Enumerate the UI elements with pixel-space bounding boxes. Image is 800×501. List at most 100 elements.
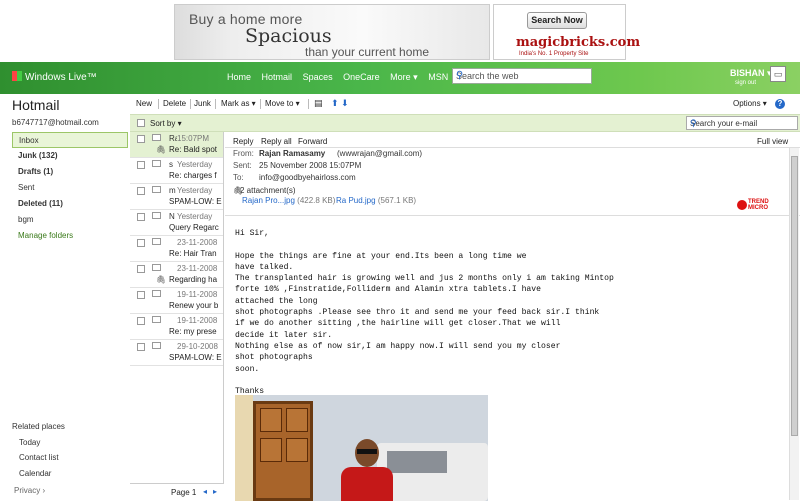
- sign-out-link[interactable]: sign out: [735, 80, 756, 86]
- sender-name[interactable]: Rajan Ramasamy: [259, 149, 325, 158]
- message-checkbox[interactable]: [137, 291, 145, 299]
- nav-onecare[interactable]: OneCare: [343, 72, 380, 82]
- trend-micro-logo: TREND MICRO: [737, 198, 769, 212]
- nav-home[interactable]: Home: [227, 72, 251, 82]
- sent-date: 25 November 2008 15:07PM: [259, 161, 362, 170]
- message-checkbox[interactable]: [137, 343, 145, 351]
- message-row[interactable]: 🖇 23-11-2008 Regarding ha: [130, 262, 223, 288]
- message-subject: Renew your b: [169, 301, 219, 310]
- privacy-link[interactable]: Privacy ›: [14, 486, 45, 495]
- reply-all-button[interactable]: Reply all: [261, 137, 292, 146]
- user-name-menu[interactable]: BISHAN ▾: [730, 68, 772, 79]
- mark-as-menu[interactable]: Mark as ▾: [221, 99, 256, 108]
- new-button[interactable]: New: [136, 99, 152, 108]
- attached-photo[interactable]: [235, 395, 488, 501]
- message-checkbox[interactable]: [137, 161, 145, 169]
- message-date: 19-11-2008: [177, 290, 218, 299]
- message-checkbox[interactable]: [137, 265, 145, 273]
- mail-search-input[interactable]: Search your e-mail ⚲: [686, 116, 798, 130]
- attachment-link[interactable]: Rajan Pro...jpg (422.8 KB): [242, 196, 335, 205]
- ad-search-now-button[interactable]: Search Now: [527, 12, 587, 29]
- folder-drafts[interactable]: Drafts (1): [12, 164, 128, 180]
- up-arrow-icon[interactable]: ⬆: [331, 98, 339, 109]
- message-subject: Query Regarc: [169, 223, 219, 232]
- message-row[interactable]: N Yesterday Query Regarc: [130, 210, 223, 236]
- door-panel: [260, 408, 282, 432]
- web-search-input[interactable]: Search the web ⚲: [452, 68, 592, 84]
- folder-sent[interactable]: Sent: [12, 180, 128, 196]
- message-from: m: [169, 186, 176, 195]
- down-arrow-icon[interactable]: ⬇: [341, 98, 349, 109]
- folder-bgm[interactable]: bgm: [12, 212, 128, 228]
- trend-micro-text: TREND MICRO: [748, 199, 769, 211]
- ad-spacious-home[interactable]: Buy a home more Spacious than your curre…: [174, 4, 490, 60]
- junk-button[interactable]: Junk: [194, 99, 211, 108]
- envelope-icon: [152, 264, 161, 271]
- user-avatar-icon[interactable]: ▭: [770, 66, 786, 82]
- folder-junk[interactable]: Junk (132): [12, 148, 128, 164]
- message-row[interactable]: 23-11-2008 Re: Hair Tran: [130, 236, 223, 262]
- ad-magicbricks[interactable]: Search Now magicbricks.com India's No. 1…: [493, 4, 640, 60]
- select-all-checkbox[interactable]: [137, 119, 145, 127]
- top-nav: Home Hotmail Spaces OneCare More ▾ MSN: [227, 72, 456, 83]
- nav-msn[interactable]: MSN: [428, 72, 448, 82]
- attachment-name: Rajan Pro...jpg: [242, 196, 295, 205]
- folder-list: Inbox Junk (132) Drafts (1) Sent Deleted…: [12, 132, 128, 244]
- message-subject: Regarding ha: [169, 275, 218, 284]
- print-icon[interactable]: ▤: [314, 98, 323, 109]
- envelope-icon: [152, 134, 161, 141]
- message-checkbox[interactable]: [137, 317, 145, 325]
- message-row[interactable]: 🖇 Ra 15:07PM Re: Bald spot: [130, 132, 223, 158]
- related-today[interactable]: Today: [19, 438, 40, 447]
- delete-button[interactable]: Delete: [163, 99, 186, 108]
- message-from: N: [169, 212, 175, 221]
- person-sunglasses: [357, 449, 377, 454]
- recipient: info@goodbyehairloss.com: [259, 173, 356, 182]
- search-icon[interactable]: ⚲: [690, 118, 794, 129]
- manage-folders-link[interactable]: Manage folders: [12, 228, 128, 244]
- message-checkbox[interactable]: [137, 187, 145, 195]
- message-row[interactable]: 19-11-2008 Renew your b: [130, 288, 223, 314]
- forward-button[interactable]: Forward: [298, 137, 327, 146]
- sort-by-menu[interactable]: Sort by ▾: [150, 119, 182, 128]
- message-row[interactable]: 19-11-2008 Re: my prese: [130, 314, 223, 340]
- pager: Page 1 ◂ ▸: [130, 483, 224, 501]
- message-checkbox[interactable]: [137, 239, 145, 247]
- related-contact-list[interactable]: Contact list: [19, 453, 59, 462]
- windows-live-logo[interactable]: Windows Live™: [12, 71, 97, 83]
- message-row[interactable]: s Yesterday Re: charges f: [130, 158, 223, 184]
- message-checkbox[interactable]: [137, 135, 145, 143]
- brand-name: Windows Live™: [25, 72, 97, 83]
- sender-email: (wwwrajan@gmail.com): [337, 149, 423, 158]
- prev-page-icon[interactable]: ◂: [203, 487, 207, 496]
- to-label: To:: [233, 173, 244, 182]
- folder-inbox[interactable]: Inbox: [12, 132, 128, 148]
- message-subject: SPAM-LOW: E: [169, 197, 222, 206]
- attachment-icon: 🖇: [156, 145, 167, 154]
- envelope-icon: [152, 186, 161, 193]
- attachment-link[interactable]: Ra Pud.jpg (567.1 KB): [336, 196, 416, 205]
- door-panel: [286, 438, 308, 462]
- folder-deleted[interactable]: Deleted (11): [12, 196, 128, 212]
- message-row[interactable]: 29-10-2008 SPAM-LOW: E: [130, 340, 223, 366]
- nav-hotmail[interactable]: Hotmail: [262, 72, 293, 82]
- message-list: 🖇 Ra 15:07PM Re: Bald spot s Yesterday R…: [130, 132, 224, 501]
- related-calendar[interactable]: Calendar: [19, 469, 51, 478]
- full-view-button[interactable]: Full view: [757, 137, 788, 146]
- toolbar-divider: [190, 99, 191, 109]
- message-row[interactable]: m Yesterday SPAM-LOW: E: [130, 184, 223, 210]
- search-icon[interactable]: ⚲: [456, 70, 587, 81]
- reply-button[interactable]: Reply: [233, 137, 253, 146]
- next-page-icon[interactable]: ▸: [213, 487, 217, 496]
- move-to-menu[interactable]: Move to ▾: [265, 99, 300, 108]
- attachment-size: (422.8 KB): [297, 196, 336, 205]
- nav-more[interactable]: More ▾: [390, 72, 418, 82]
- door-panel: [260, 438, 282, 462]
- message-checkbox[interactable]: [137, 213, 145, 221]
- help-icon[interactable]: ?: [775, 99, 785, 109]
- nav-spaces[interactable]: Spaces: [303, 72, 333, 82]
- options-menu[interactable]: Options ▾: [733, 99, 767, 108]
- photo-wall: [235, 395, 253, 501]
- reading-pane-scrollbar[interactable]: [789, 148, 799, 500]
- scrollbar-thumb[interactable]: [791, 156, 798, 436]
